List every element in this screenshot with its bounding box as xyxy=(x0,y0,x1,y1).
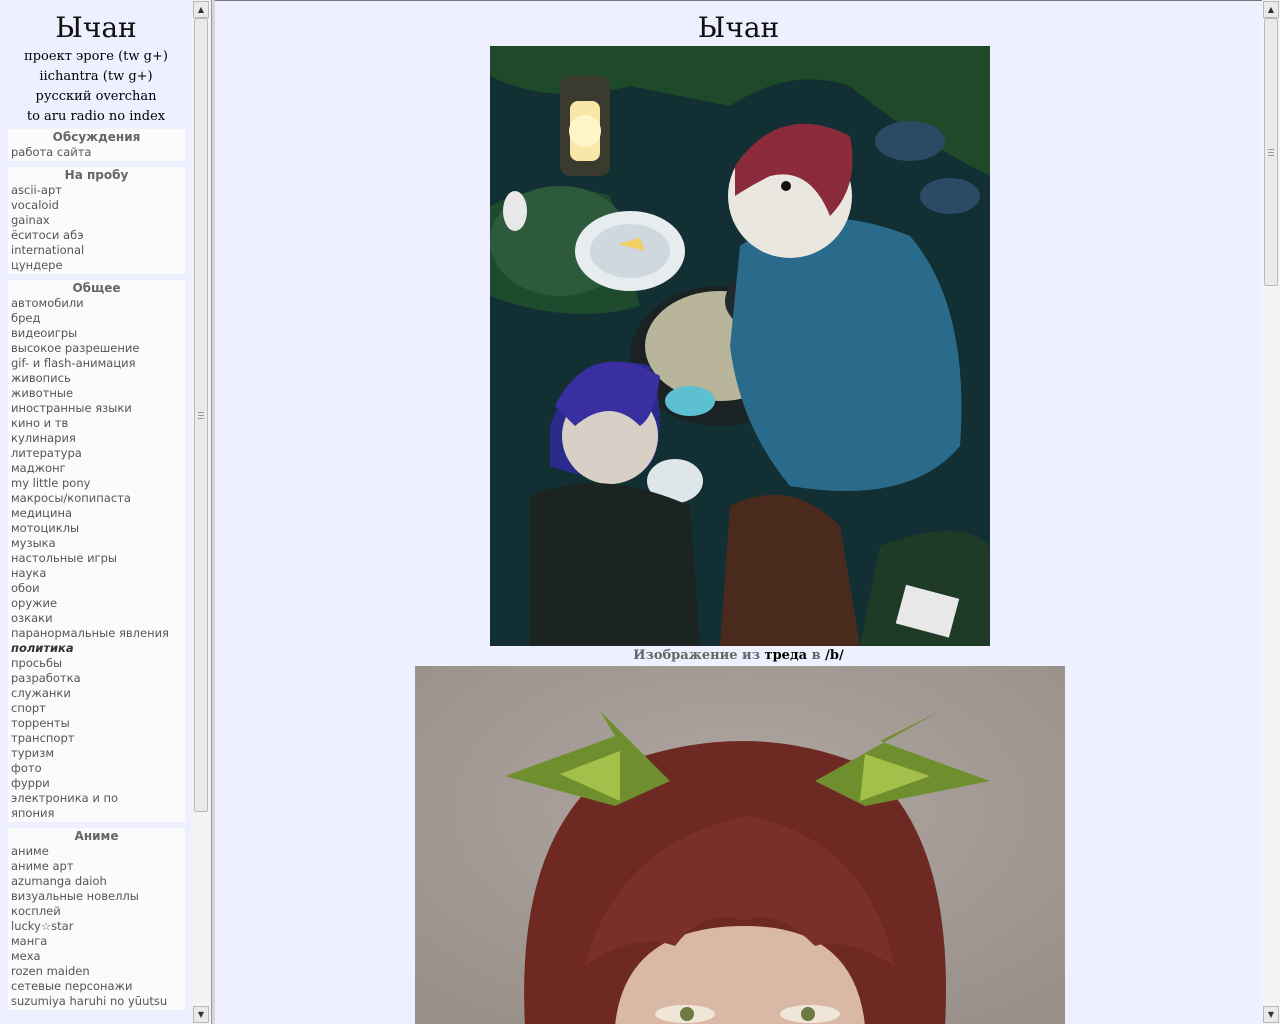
board-link[interactable]: косплей xyxy=(8,904,185,919)
site-links: проект эроге (tw g+) iichantra (tw g+) р… xyxy=(0,47,192,127)
site-link-eroge[interactable]: проект эроге (tw g+) xyxy=(0,47,192,67)
section-heading: На пробу xyxy=(64,168,129,182)
board-link[interactable]: маджонг xyxy=(8,461,185,476)
arrow-down-icon[interactable]: ▼ xyxy=(1263,1006,1279,1023)
board-link[interactable]: azumanga daioh xyxy=(8,874,185,889)
thread-image-camping[interactable] xyxy=(490,46,990,646)
board-link[interactable]: япония xyxy=(8,806,185,821)
board-link[interactable]: визуальные новеллы xyxy=(8,889,185,904)
board-link[interactable]: аниме xyxy=(8,844,185,859)
board-link[interactable]: политика xyxy=(8,641,185,656)
board-link[interactable]: rozen maiden xyxy=(8,964,185,979)
section-0: Обсуждения работа сайта xyxy=(8,129,185,161)
board-link[interactable]: паранормальные явления xyxy=(8,626,185,641)
section-1: На пробу ascii-арт vocaloid gainax ёситоси а… xyxy=(8,167,185,274)
board-link[interactable]: наука xyxy=(8,566,185,581)
section-heading: Обсуждения xyxy=(52,130,141,144)
board-link[interactable]: lucky☆star xyxy=(8,919,185,934)
board-link[interactable]: ёситоси абэ xyxy=(8,228,185,243)
section-3: Аниме аниме аниме арт azumanga daioh визуаль… xyxy=(8,828,185,1010)
board-link[interactable]: иностранные языки xyxy=(8,401,185,416)
board-sections: Обсуждения работа сайта На пробу ascii-арт v… xyxy=(0,129,192,1010)
caption-mid: в xyxy=(807,648,826,663)
board-link[interactable]: my little pony xyxy=(8,476,185,491)
section-2: Общее автомобили бред видеоигры высокое разр… xyxy=(8,280,185,822)
board-link[interactable]: животные xyxy=(8,386,185,401)
thread-image-portrait[interactable] xyxy=(415,666,1065,1024)
site-link-iichantra[interactable]: iichantra (tw g+) xyxy=(0,67,192,87)
site-link-radio[interactable]: to aru radio no index xyxy=(0,107,192,127)
arrow-down-icon[interactable]: ▼ xyxy=(193,1006,209,1023)
board-link[interactable]: автомобили xyxy=(8,296,185,311)
board-link[interactable]: меха xyxy=(8,949,185,964)
left-frame: Ычан проект эроге (tw g+) iichantra (tw … xyxy=(0,0,211,1024)
board-link[interactable]: просьбы xyxy=(8,656,185,671)
board-link[interactable]: gif- и flash-анимация xyxy=(8,356,185,371)
board-link[interactable]: торренты xyxy=(8,716,185,731)
board-link[interactable]: мотоциклы xyxy=(8,521,185,536)
page-title: Ычан xyxy=(697,11,780,44)
board-link[interactable]: /b/ xyxy=(825,648,844,663)
caption-prefix: Изображение из xyxy=(633,648,765,663)
left-scrollbar[interactable]: ▲ ▼ xyxy=(192,0,210,1024)
board-link[interactable]: электроника и по xyxy=(8,791,185,806)
site-title: Ычан xyxy=(55,11,137,44)
board-link[interactable]: служанки xyxy=(8,686,185,701)
board-link[interactable]: спорт xyxy=(8,701,185,716)
arrow-up-icon[interactable]: ▲ xyxy=(193,1,209,18)
site-link-overchan[interactable]: русский overchan xyxy=(0,87,192,107)
scroll-thumb[interactable] xyxy=(1264,18,1278,286)
board-link[interactable]: высокое разрешение xyxy=(8,341,185,356)
board-link[interactable]: international xyxy=(8,243,185,258)
board-link[interactable]: медицина xyxy=(8,506,185,521)
board-link[interactable]: кулинария xyxy=(8,431,185,446)
section-heading: Общее xyxy=(72,281,121,295)
board-link[interactable]: настольные игры xyxy=(8,551,185,566)
main-frame: Ычан Изображение из треда в /b/ xyxy=(215,0,1262,1024)
left-menu: Ычан проект эроге (tw g+) iichantra (tw … xyxy=(0,0,192,1010)
board-link[interactable]: аниме арт xyxy=(8,859,185,874)
main-scrollbar[interactable]: ▲ ▼ xyxy=(1262,0,1280,1024)
board-link[interactable]: озкаки xyxy=(8,611,185,626)
board-link[interactable]: ascii-арт xyxy=(8,183,185,198)
board-link[interactable]: бред xyxy=(8,311,185,326)
board-link[interactable]: манга xyxy=(8,934,185,949)
board-link[interactable]: обои xyxy=(8,581,185,596)
board-link[interactable]: живопись xyxy=(8,371,185,386)
board-link[interactable]: фурри xyxy=(8,776,185,791)
board-link[interactable]: кино и тв xyxy=(8,416,185,431)
board-link[interactable]: разработка xyxy=(8,671,185,686)
board-link[interactable]: литература xyxy=(8,446,185,461)
board-link[interactable]: оружие xyxy=(8,596,185,611)
board-link[interactable]: vocaloid xyxy=(8,198,185,213)
board-link[interactable]: музыка xyxy=(8,536,185,551)
arrow-up-icon[interactable]: ▲ xyxy=(1263,1,1279,18)
board-link[interactable]: видеоигры xyxy=(8,326,185,341)
board-link[interactable]: suzumiya haruhi no yūutsu xyxy=(8,994,185,1009)
board-link[interactable]: gainax xyxy=(8,213,185,228)
image-caption: Изображение из треда в /b/ xyxy=(215,648,1262,663)
board-link[interactable]: сетевые персонажи xyxy=(8,979,185,994)
board-link[interactable]: работа сайта xyxy=(8,145,185,160)
thread-link[interactable]: треда xyxy=(765,648,808,663)
board-link[interactable]: транспорт xyxy=(8,731,185,746)
scroll-thumb[interactable] xyxy=(194,18,208,812)
board-link[interactable]: фото xyxy=(8,761,185,776)
board-link[interactable]: цундере xyxy=(8,258,185,273)
board-link[interactable]: макросы/копипаста xyxy=(8,491,185,506)
section-heading: Аниме xyxy=(74,829,119,843)
board-link[interactable]: туризм xyxy=(8,746,185,761)
